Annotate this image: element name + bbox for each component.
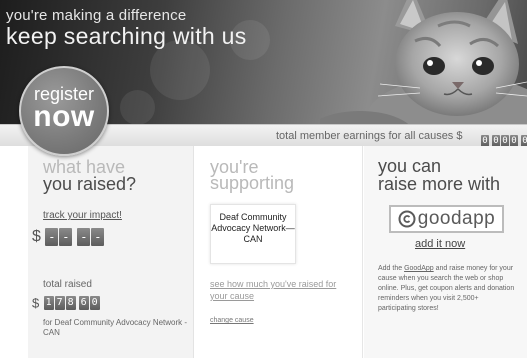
kitten-photo [320,0,527,140]
raised-currency: $ [32,228,41,245]
raised-digit: - [77,228,91,246]
supporting-heading-line2: supporting [210,173,295,193]
raise-more-panel: you can raise more with goodapp add it n… [364,146,527,358]
your-raised-counter: $ ---- [32,228,105,246]
raised-heading-line2: you raised? [43,174,137,194]
total-raised-label: total raised [43,279,92,290]
total-raised-cause: for Deaf Community Advocacy Network - CA… [43,318,188,337]
what-have-you-raised-panel: what have you raised? track your impact!… [28,146,194,358]
raised-digit: - [59,228,73,246]
hero-tagline-large: keep searching with us [6,23,247,49]
goodapp-description: Add the GoodApp and raise money for your… [378,265,515,312]
track-impact-link[interactable]: track your impact! [43,210,122,221]
total-digit: 7 [54,295,65,310]
raise-more-heading-line1: you can [378,156,442,176]
total-currency: $ [32,295,40,311]
cause-card[interactable]: Deaf Community Advocacy Network—CAN [210,204,296,264]
raised-digit: - [91,228,105,246]
total-raised-counter: $ 17860 [32,294,101,312]
change-cause-link[interactable]: change cause [210,317,254,324]
total-digit: 8 [65,295,76,310]
add-it-now-link[interactable]: add it now [415,238,465,250]
goodapp-brand-text: goodapp [417,208,496,229]
see-raised-link[interactable]: see how much you've raised for your caus… [210,278,350,302]
raise-more-heading-line2: raise more with [378,174,501,194]
hero-tagline-small: you're making a difference [6,7,187,24]
goodapp-button[interactable]: goodapp [389,205,504,233]
raised-digit: - [45,228,59,246]
total-earnings-label: total member earnings for all causes $ [276,130,463,142]
goodapp-inline-link[interactable]: GoodApp [404,265,434,272]
youre-supporting-panel: you're supporting Deaf Community Advocac… [195,146,363,358]
register-now-button[interactable]: register now [19,66,109,156]
total-digit: 6 [78,295,89,310]
cause-name: Deaf Community Advocacy Network—CAN [211,212,295,244]
goodapp-logo-icon [398,210,416,228]
now-label: now [33,100,95,133]
total-digit: 0 [89,295,100,310]
total-digit: 1 [43,295,54,310]
